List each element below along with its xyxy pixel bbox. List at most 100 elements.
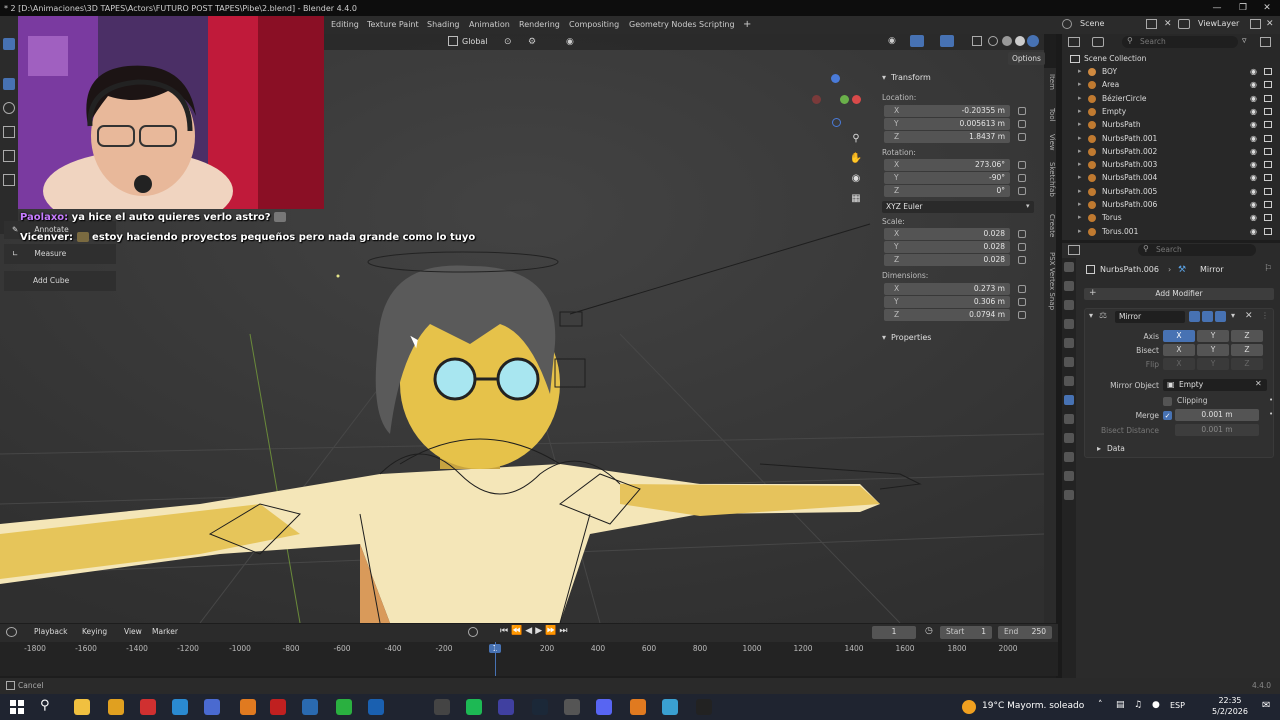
speaker-icon[interactable]: ♫ bbox=[1134, 700, 1142, 710]
lock-icon[interactable] bbox=[1018, 311, 1026, 319]
delete-viewlayer-icon[interactable]: ✕ bbox=[1266, 19, 1274, 29]
timeline-menu-view[interactable]: View bbox=[124, 627, 142, 636]
scale-z-field[interactable]: Z 0.028 bbox=[884, 254, 1010, 266]
lock-icon[interactable] bbox=[1018, 243, 1026, 251]
outliner-item[interactable]: ▸ NurbsPath.003 ◉ bbox=[1062, 158, 1280, 171]
object-tab-icon[interactable] bbox=[1064, 376, 1074, 386]
clock-time[interactable]: 22:35 bbox=[1210, 696, 1250, 705]
viewlayer-selector[interactable]: ViewLayer bbox=[1198, 19, 1239, 28]
photoshop-app-icon[interactable] bbox=[302, 699, 318, 715]
outliner-search-input[interactable]: ⚲ Search bbox=[1122, 36, 1238, 48]
move-tool-icon[interactable] bbox=[3, 102, 15, 114]
drag-handle-icon[interactable]: ⋮ bbox=[1261, 311, 1269, 320]
krita-app-icon[interactable] bbox=[204, 699, 220, 715]
gizmo-z-icon[interactable] bbox=[831, 74, 840, 83]
eye-icon[interactable]: ◉ bbox=[1250, 132, 1257, 145]
rotation-z-field[interactable]: Z 0° bbox=[884, 185, 1010, 197]
camera-icon[interactable] bbox=[1264, 214, 1272, 222]
data-expand-icon[interactable]: ▸ bbox=[1097, 444, 1101, 453]
tab-animation[interactable]: Animation bbox=[464, 18, 515, 32]
notepad-app-icon[interactable] bbox=[662, 699, 678, 715]
gizmo-x-icon[interactable] bbox=[852, 95, 861, 104]
pivot-point-icon[interactable]: ⊙ bbox=[504, 37, 512, 47]
scale-tool-icon[interactable] bbox=[3, 150, 15, 162]
sidebar-tab-view[interactable]: View bbox=[1044, 134, 1056, 151]
expand-arrow-icon[interactable]: ▸ bbox=[1078, 198, 1082, 211]
scene-selector[interactable]: Scene bbox=[1080, 19, 1104, 28]
material-tab-icon[interactable] bbox=[1064, 490, 1074, 500]
location-z-field[interactable]: Z 1.8437 m bbox=[884, 131, 1010, 143]
navigation-gizmo[interactable] bbox=[808, 74, 864, 130]
particles-tab-icon[interactable] bbox=[1064, 414, 1074, 424]
edit-mode-toggle-icon[interactable] bbox=[1189, 311, 1200, 322]
select-tool-icon[interactable] bbox=[3, 38, 15, 50]
add-cube-tool-item[interactable]: Add Cube bbox=[4, 271, 116, 291]
eye-icon[interactable]: ◉ bbox=[1250, 225, 1257, 238]
language-indicator[interactable]: ESP bbox=[1170, 701, 1185, 710]
view-layer-tab-icon[interactable] bbox=[1064, 319, 1074, 329]
windows-start-icon[interactable] bbox=[10, 700, 24, 714]
lock-icon[interactable] bbox=[1018, 285, 1026, 293]
close-window-button[interactable]: ✕ bbox=[1254, 0, 1280, 16]
timeline-menu-playback[interactable]: Playback bbox=[34, 627, 67, 636]
modifier-menu-icon[interactable]: ▾ bbox=[1231, 311, 1235, 320]
expand-arrow-icon[interactable]: ▸ bbox=[1078, 65, 1082, 78]
add-workspace-button[interactable]: + bbox=[738, 18, 756, 32]
camera-icon[interactable] bbox=[1264, 174, 1272, 182]
output-tab-icon[interactable] bbox=[1064, 300, 1074, 310]
eye-icon[interactable]: ◉ bbox=[1250, 185, 1257, 198]
add-modifier-button[interactable]: + Add Modifier bbox=[1084, 288, 1274, 300]
chrome-app-icon[interactable] bbox=[108, 699, 124, 715]
timeline-track[interactable]: -1800 -1600 -1400 -1200 -1000 -800 -600 -400 -20… bbox=[0, 642, 1058, 676]
dimensions-y-field[interactable]: Y 0.306 m bbox=[884, 296, 1010, 308]
axis-x-toggle[interactable]: X bbox=[1163, 330, 1195, 342]
properties-expand-icon[interactable]: ▾ bbox=[882, 333, 886, 342]
sidebar-tab-item[interactable]: Item bbox=[1044, 74, 1056, 90]
camera-icon[interactable] bbox=[1264, 187, 1272, 195]
clipping-checkbox[interactable] bbox=[1163, 397, 1172, 406]
camera-view-icon[interactable]: ◉ bbox=[849, 171, 863, 185]
blender-active-app-icon[interactable] bbox=[630, 699, 646, 715]
obs-recorder-app-icon[interactable] bbox=[270, 699, 286, 715]
solid-shading-icon[interactable] bbox=[1002, 36, 1012, 46]
edge-app-icon[interactable] bbox=[172, 699, 188, 715]
clock-date[interactable]: 5/2/2026 bbox=[1204, 707, 1256, 716]
spotify-app-icon[interactable] bbox=[466, 699, 482, 715]
tab-geometry-nodes[interactable]: Geometry Nodes bbox=[624, 18, 701, 32]
camera-icon[interactable] bbox=[1264, 134, 1272, 142]
snap-icon[interactable]: ⚙ bbox=[528, 37, 536, 47]
network-icon[interactable]: ▤ bbox=[1116, 700, 1125, 710]
outliner-item[interactable]: ▸ Area ◉ bbox=[1062, 78, 1280, 91]
bisect-z-toggle[interactable]: Z bbox=[1231, 344, 1263, 356]
bisect-y-toggle[interactable]: Y bbox=[1197, 344, 1229, 356]
location-x-field[interactable]: X -0.20355 m bbox=[884, 105, 1010, 117]
properties-header[interactable]: Properties bbox=[891, 333, 931, 342]
constraints-tab-icon[interactable] bbox=[1064, 452, 1074, 462]
tab-scripting[interactable]: Scripting bbox=[694, 18, 740, 32]
expand-arrow-icon[interactable]: ▸ bbox=[1078, 225, 1082, 238]
measure-tool-item[interactable]: ∟ Measure bbox=[4, 244, 116, 264]
proportional-edit-icon[interactable]: ◉ bbox=[566, 37, 574, 47]
lock-icon[interactable] bbox=[1018, 174, 1026, 182]
eye-icon[interactable]: ◉ bbox=[1250, 105, 1257, 118]
sidebar-tab-sketchfab[interactable]: Sketchfab bbox=[1044, 162, 1056, 197]
properties-editor-icon[interactable] bbox=[1068, 245, 1080, 255]
timeline-editor-icon[interactable] bbox=[6, 627, 17, 637]
outliner-item[interactable]: ▸ NurbsPath.005 ◉ bbox=[1062, 185, 1280, 198]
mirror-object-field[interactable]: ▣ Empty ✕ bbox=[1163, 379, 1267, 391]
tab-editing[interactable]: Editing bbox=[326, 18, 364, 32]
location-y-field[interactable]: Y 0.005613 m bbox=[884, 118, 1010, 130]
expand-arrow-icon[interactable]: ▸ bbox=[1078, 132, 1082, 145]
eye-icon[interactable]: ◉ bbox=[1250, 145, 1257, 158]
modifier-name-input[interactable]: Mirror bbox=[1115, 311, 1185, 323]
camera-icon[interactable] bbox=[1264, 81, 1272, 89]
ortho-grid-icon[interactable]: ▦ bbox=[849, 191, 863, 205]
visibility-icon[interactable]: ◉ bbox=[888, 36, 896, 46]
scene-collection-row[interactable]: Scene Collection bbox=[1062, 52, 1280, 65]
clear-field-icon[interactable]: ✕ bbox=[1255, 379, 1262, 388]
rotation-mode-dropdown[interactable]: XYZ Euler ▾ bbox=[882, 201, 1034, 213]
bisect-distance-field[interactable]: 0.001 m bbox=[1175, 424, 1259, 436]
expand-arrow-icon[interactable]: ▸ bbox=[1078, 158, 1082, 171]
properties-search-input[interactable]: ⚲ Search bbox=[1138, 244, 1256, 256]
lock-icon[interactable] bbox=[1018, 230, 1026, 238]
